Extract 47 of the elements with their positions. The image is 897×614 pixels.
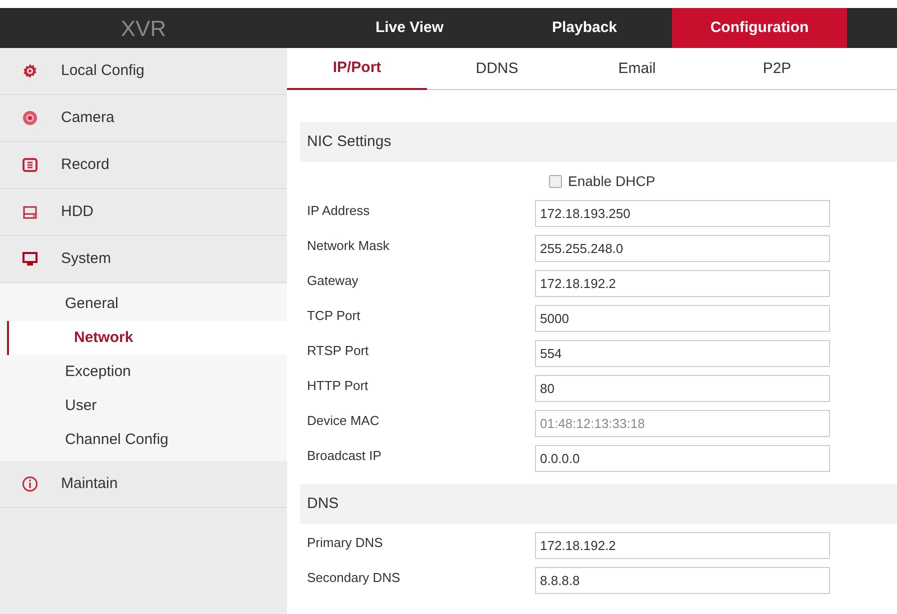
checkbox[interactable] bbox=[549, 174, 562, 188]
sidebar-item[interactable]: Record bbox=[0, 142, 287, 189]
field-label: Broadcast IP bbox=[306, 447, 382, 465]
submenu-item[interactable]: Exception bbox=[0, 355, 287, 389]
sidebar-item[interactable]: Maintain bbox=[0, 461, 287, 508]
field-label: TCP Port bbox=[306, 307, 362, 325]
field-label: Secondary DNS bbox=[306, 569, 402, 587]
section-header: NIC Settings bbox=[300, 122, 897, 162]
info-icon bbox=[22, 476, 38, 492]
field-label: Gateway bbox=[306, 272, 360, 290]
input-field[interactable]: 5000 bbox=[535, 305, 830, 332]
nav-tab[interactable]: Playback bbox=[497, 8, 672, 48]
checkbox-label: Enable DHCP bbox=[568, 172, 656, 190]
nav-tab[interactable]: Live View bbox=[322, 8, 497, 48]
tab[interactable]: DDNS bbox=[427, 48, 567, 90]
input-field[interactable]: 80 bbox=[535, 375, 830, 402]
section-header: DNS bbox=[300, 484, 897, 524]
logo: XVR bbox=[120, 14, 166, 42]
submenu-item[interactable]: General bbox=[0, 287, 287, 321]
monitor-icon bbox=[22, 251, 38, 267]
input-field[interactable]: 8.8.8.8 bbox=[535, 567, 830, 594]
input-field[interactable]: 554 bbox=[535, 340, 830, 367]
gear-icon bbox=[22, 63, 38, 79]
input-field[interactable]: 255.255.248.0 bbox=[535, 235, 830, 262]
sidebar-item[interactable]: HDD bbox=[0, 189, 287, 236]
input-field[interactable]: 172.18.192.2 bbox=[535, 532, 830, 559]
field-label: Primary DNS bbox=[306, 534, 384, 552]
field-label: IP Address bbox=[306, 202, 371, 220]
field-label: RTSP Port bbox=[306, 342, 370, 360]
submenu-item[interactable]: Network bbox=[7, 321, 287, 355]
submenu-item[interactable]: User bbox=[0, 389, 287, 423]
sidebar-item[interactable]: Local Config bbox=[0, 48, 287, 95]
hard-drive-icon bbox=[22, 204, 38, 220]
field-label: Device MAC bbox=[306, 412, 380, 430]
submenu-item[interactable]: Channel Config bbox=[0, 423, 287, 457]
tab[interactable]: IP/Port bbox=[287, 48, 427, 90]
input-field[interactable]: 0.0.0.0 bbox=[535, 445, 830, 472]
tab[interactable]: P2P bbox=[707, 48, 847, 90]
sidebar-item[interactable]: Camera bbox=[0, 95, 287, 142]
field-label: Network Mask bbox=[306, 237, 390, 255]
document-icon bbox=[22, 157, 38, 173]
input-field[interactable]: 172.18.193.250 bbox=[535, 200, 830, 227]
input-field[interactable]: 172.18.192.2 bbox=[535, 270, 830, 297]
tab[interactable]: Email bbox=[567, 48, 707, 90]
camera-icon bbox=[22, 110, 38, 126]
field-label: HTTP Port bbox=[306, 377, 370, 395]
nav-tab[interactable]: Configuration bbox=[672, 8, 847, 48]
